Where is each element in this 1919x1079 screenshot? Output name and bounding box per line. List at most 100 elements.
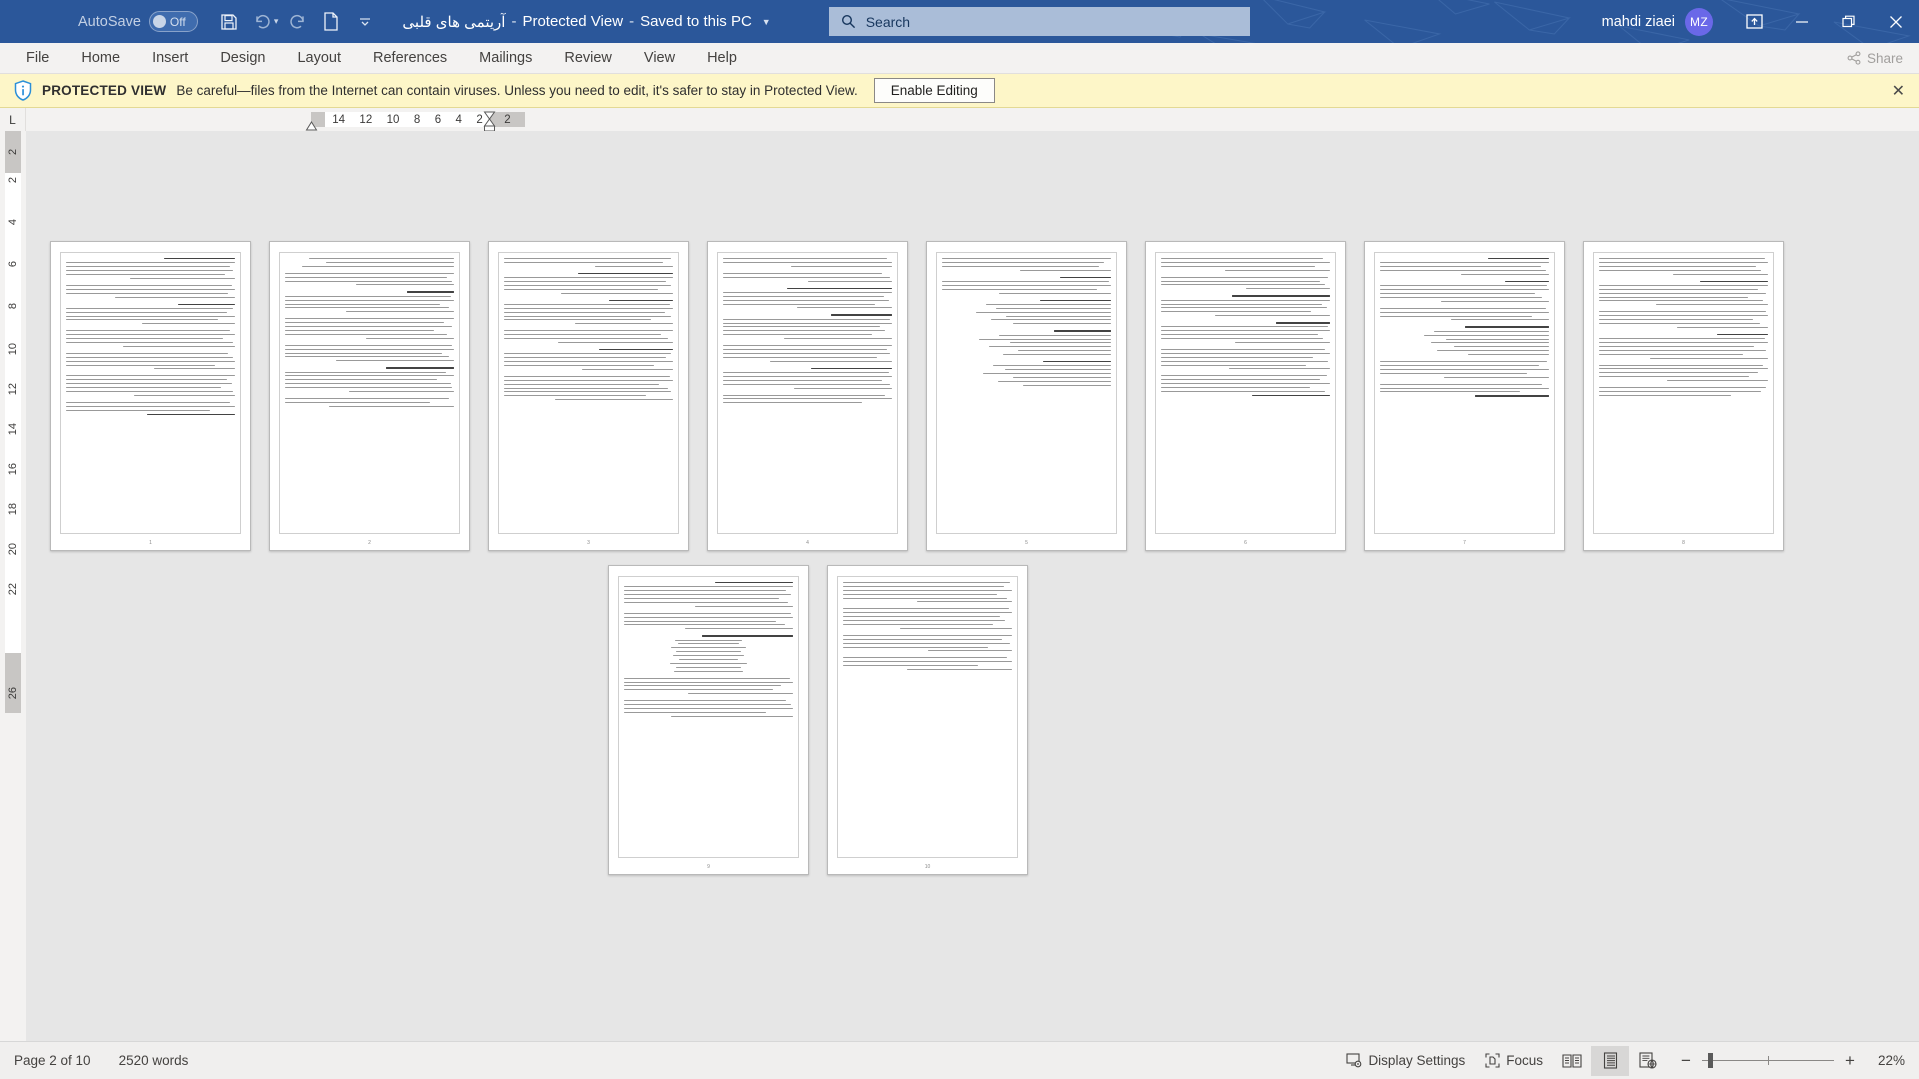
word-count[interactable]: 2520 words	[119, 1053, 189, 1068]
autosave-control[interactable]: AutoSave Off	[78, 11, 198, 32]
page-number: 3	[587, 540, 590, 546]
zoom-slider[interactable]	[1702, 1053, 1834, 1068]
vertical-ruler-tick-10: 10	[7, 343, 19, 356]
page-thumbnail[interactable]: 10	[827, 565, 1028, 875]
avatar[interactable]: MZ	[1685, 7, 1713, 36]
undo-dropdown-icon[interactable]: ▾	[274, 16, 279, 27]
vertical-ruler-tick-14: 14	[7, 423, 19, 436]
tab-design[interactable]: Design	[204, 43, 281, 73]
tab-help[interactable]: Help	[691, 43, 753, 73]
page-thumbnail[interactable]: 1	[50, 241, 251, 551]
vertical-ruler[interactable]: 2 2 4 6 8 10 12 14 16 18 20 22 26	[0, 131, 26, 1041]
status-bar-right: Display Settings Focus − + 22%	[1336, 1045, 1905, 1076]
page-content	[936, 252, 1117, 534]
ribbon-tabs: File Home Insert Design Layout Reference…	[10, 43, 753, 73]
redo-icon[interactable]	[280, 7, 314, 37]
page-content	[498, 252, 679, 534]
page-thumbnail[interactable]: 4	[707, 241, 908, 551]
tab-layout[interactable]: Layout	[281, 43, 357, 73]
page-content	[837, 576, 1018, 858]
zoom-level[interactable]: 22%	[1869, 1053, 1905, 1068]
tab-mailings[interactable]: Mailings	[463, 43, 548, 73]
page-info[interactable]: Page 2 of 10	[14, 1053, 91, 1068]
status-bar: Page 2 of 10 2520 words Display Settings…	[0, 1041, 1919, 1079]
vertical-ruler-tick-2: 2	[7, 177, 19, 184]
focus-label: Focus	[1506, 1053, 1543, 1068]
display-settings-button[interactable]: Display Settings	[1336, 1046, 1475, 1076]
vertical-ruler-tick-18: 18	[7, 503, 19, 516]
page-content	[279, 252, 460, 534]
search-placeholder: Search	[865, 13, 911, 30]
tab-stop-selector[interactable]: L	[0, 108, 26, 131]
right-indent-marker-icon[interactable]	[483, 110, 496, 132]
save-icon[interactable]	[212, 7, 246, 37]
tab-review[interactable]: Review	[548, 43, 628, 73]
customize-quick-access-toolbar-icon[interactable]	[348, 7, 382, 37]
tab-file[interactable]: File	[10, 43, 65, 73]
zoom-out-button[interactable]: −	[1679, 1051, 1693, 1071]
focus-button[interactable]: Focus	[1475, 1046, 1553, 1076]
new-document-icon[interactable]	[314, 7, 348, 37]
ruler-tick-8: 8	[413, 113, 421, 126]
tab-view[interactable]: View	[628, 43, 691, 73]
minimize-icon[interactable]	[1778, 0, 1825, 43]
close-icon[interactable]	[1872, 0, 1919, 43]
web-layout-icon[interactable]	[1629, 1046, 1667, 1076]
tab-insert[interactable]: Insert	[136, 43, 204, 73]
document-name: آریتمی های قلبی	[402, 13, 506, 31]
vertical-ruler-tick-26: 26	[7, 687, 19, 700]
page-number: 7	[1463, 540, 1466, 546]
ribbon-tab-bar: File Home Insert Design Layout Reference…	[0, 43, 1919, 74]
share-icon	[1847, 51, 1861, 65]
autosave-toggle[interactable]: Off	[148, 11, 198, 32]
zoom-slider-thumb[interactable]	[1708, 1053, 1713, 1068]
tab-references[interactable]: References	[357, 43, 463, 73]
close-icon[interactable]: ✕	[1892, 81, 1905, 101]
vertical-ruler-tick-22: 22	[7, 583, 19, 596]
horizontal-ruler-row: L 14 12 10 8 6 4 2 2	[0, 108, 1919, 132]
title-chevron-down-icon[interactable]: ▼	[762, 17, 771, 27]
display-settings-icon	[1346, 1053, 1362, 1068]
vertical-ruler-tick-6: 6	[7, 261, 19, 268]
ribbon-display-options-icon[interactable]	[1731, 0, 1778, 43]
tab-home[interactable]: Home	[65, 43, 136, 73]
page-thumbnail[interactable]: 2	[269, 241, 470, 551]
pages-area[interactable]: 1 2 3 4 5 6 7 8 9 10	[26, 131, 1919, 1041]
ruler-page-area: 14 12 10 8 6 4 2	[325, 112, 490, 127]
read-mode-icon[interactable]	[1553, 1046, 1591, 1076]
page-thumbnail[interactable]: 9	[608, 565, 809, 875]
title-bar-right-group: mahdi ziaei MZ	[1602, 0, 1919, 43]
page-number: 6	[1244, 540, 1247, 546]
vertical-ruler-tick-8: 8	[7, 303, 19, 310]
vertical-ruler-bottom-margin	[5, 653, 21, 713]
tab-stop-marker-icon: L	[9, 112, 16, 127]
protected-view-bar: PROTECTED VIEW Be careful—files from the…	[0, 74, 1919, 108]
account-name[interactable]: mahdi ziaei	[1602, 14, 1675, 30]
print-layout-icon[interactable]	[1591, 1045, 1629, 1076]
vertical-ruler-tick-12: 12	[7, 383, 19, 396]
search-input[interactable]: Search	[828, 7, 1250, 36]
vertical-ruler-page-area	[5, 173, 21, 653]
shield-info-icon	[14, 80, 32, 101]
vertical-ruler-tick-top: 2	[7, 148, 19, 156]
share-button[interactable]: Share	[1847, 51, 1903, 66]
enable-editing-button[interactable]: Enable Editing	[873, 78, 995, 103]
page-content	[1374, 252, 1555, 534]
vertical-ruler-tick-20: 20	[7, 543, 19, 556]
page-content	[618, 576, 799, 858]
ruler-tick-10: 10	[386, 113, 400, 126]
page-number: 1	[149, 540, 152, 546]
horizontal-ruler[interactable]: 14 12 10 8 6 4 2 2	[26, 108, 1919, 132]
page-number: 8	[1682, 540, 1685, 546]
protected-view-title: PROTECTED VIEW	[42, 83, 167, 98]
restore-icon[interactable]	[1825, 0, 1872, 43]
page-thumbnail[interactable]: 3	[488, 241, 689, 551]
page-thumbnail[interactable]: 7	[1364, 241, 1565, 551]
autosave-state-label: Off	[169, 14, 186, 29]
zoom-control: − +	[1679, 1051, 1857, 1071]
page-thumbnail[interactable]: 8	[1583, 241, 1784, 551]
page-thumbnail[interactable]: 5	[926, 241, 1127, 551]
page-thumbnail[interactable]: 6	[1145, 241, 1346, 551]
zoom-in-button[interactable]: +	[1843, 1051, 1857, 1071]
autosave-toggle-knob	[152, 15, 166, 28]
